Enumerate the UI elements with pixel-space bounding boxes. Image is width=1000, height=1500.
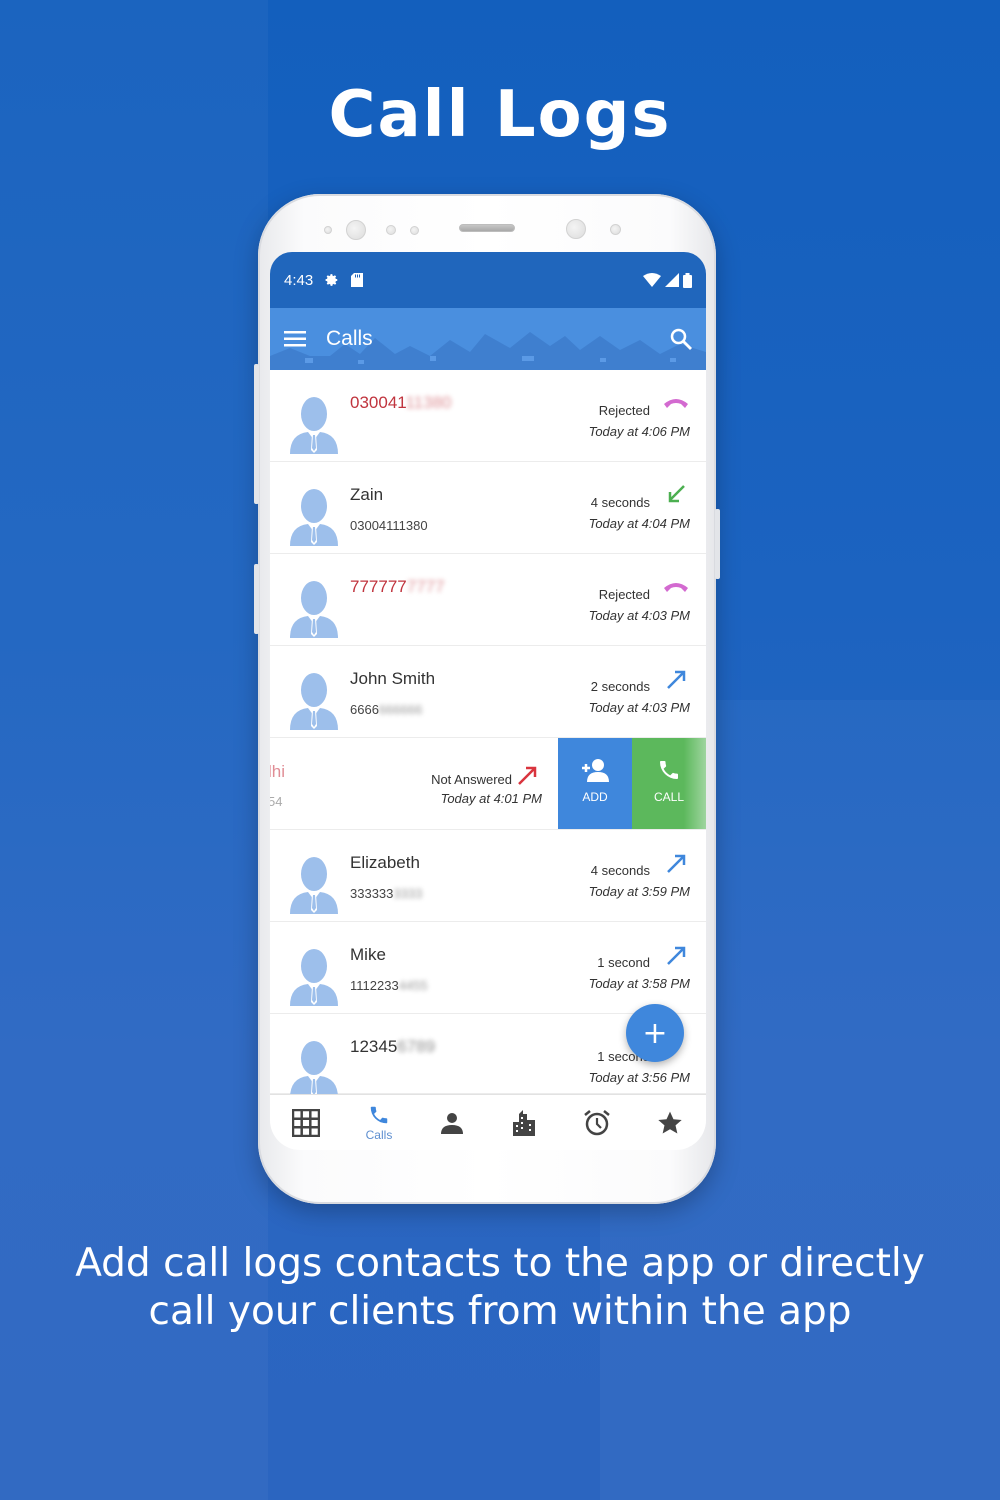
caller-name: 7777777777 <box>350 577 445 596</box>
add-fab-button[interactable]: + <box>626 1004 684 1062</box>
call-status: Rejected <box>598 587 650 602</box>
battery-icon <box>683 272 692 288</box>
add-button-label: ADD <box>582 790 608 804</box>
contact-avatar-icon <box>290 673 338 730</box>
call-status: Not Answered <box>431 772 512 787</box>
call-meta: Not Answered Today at 4:01 PM <box>431 772 542 806</box>
call-time: Today at 4:01 PM <box>440 791 542 806</box>
contact-avatar-icon <box>290 581 338 638</box>
caller-number: 11122334455 <box>350 978 428 993</box>
call-log-row[interactable]: John Smith 6666666666 2 seconds Today at… <box>270 646 706 738</box>
star-icon <box>657 1111 682 1134</box>
add-icon: + <box>642 1015 668 1051</box>
call-meta: 1 second Today at 3:58 PM <box>589 954 690 991</box>
call-meta: 2 seconds Today at 4:03 PM <box>589 678 690 715</box>
bixby-button <box>254 564 259 634</box>
contact-avatar-icon <box>290 857 338 914</box>
call-meta: Rejected Today at 4:03 PM <box>589 586 690 623</box>
sensor-dot <box>410 226 419 235</box>
subtitle-line-1: Add call logs contacts to the app or dir… <box>75 1241 925 1286</box>
call-log-row[interactable]: Elizabeth 3333333333 4 seconds Today at … <box>270 830 706 922</box>
call-time: Today at 4:03 PM <box>588 608 690 623</box>
call-log-row[interactable]: Zain 03004111380 4 seconds Today at 4:04… <box>270 462 706 554</box>
call-button[interactable]: CALL <box>632 738 706 829</box>
building-icon <box>513 1109 536 1136</box>
call-time: Today at 3:59 PM <box>588 884 690 899</box>
front-camera <box>346 220 366 240</box>
call-status: 2 seconds <box>590 679 650 694</box>
caller-name: 123456789 <box>350 1037 436 1056</box>
phone-icon <box>370 1106 388 1123</box>
alarm-clock-icon <box>584 1109 610 1135</box>
app-bar-title: Calls <box>326 327 373 350</box>
call-log-row-swiped[interactable]: lhi 54 Not Answered Today at 4:01 PM ADD… <box>270 738 706 830</box>
call-log-row[interactable]: 03004111380 Rejected Today at 4:06 PM <box>270 370 706 462</box>
call-time: Today at 3:58 PM <box>588 976 690 991</box>
caller-name: 03004111380 <box>350 393 452 412</box>
call-meta: Rejected Today at 4:06 PM <box>589 402 690 439</box>
status-bar: 4:43 <box>270 252 706 308</box>
volume-button <box>254 364 259 504</box>
call-time: Today at 4:03 PM <box>588 700 690 715</box>
caller-number: 3333333333 <box>350 886 423 901</box>
nav-companies[interactable] <box>494 1109 554 1136</box>
add-contact-button[interactable]: ADD <box>558 738 632 829</box>
caller-name: John Smith <box>350 669 436 688</box>
signal-icon <box>665 273 679 287</box>
status-time: 4:43 <box>284 271 314 289</box>
hamburger-menu-icon[interactable] <box>284 331 306 347</box>
call-log-row[interactable]: 7777777777 Rejected Today at 4:03 PM <box>270 554 706 646</box>
sensor-dot <box>324 226 332 234</box>
call-time: Today at 4:04 PM <box>588 516 690 531</box>
nav-dialpad[interactable] <box>276 1108 336 1137</box>
call-time: Today at 4:06 PM <box>588 424 690 439</box>
call-status: 1 second <box>597 955 650 970</box>
power-button <box>715 509 720 579</box>
call-status: 4 seconds <box>590 495 650 510</box>
contact-avatar-icon <box>290 1041 338 1098</box>
caller-number: 6666666666 <box>350 702 423 717</box>
nav-favorites[interactable] <box>640 1110 700 1136</box>
call-button-label: CALL <box>653 790 685 804</box>
bottom-navigation: Calls <box>270 1094 706 1150</box>
nav-calls-label: Calls <box>365 1127 393 1142</box>
phone-icon <box>660 761 678 779</box>
caller-number-fragment: 54 <box>270 794 283 809</box>
sensor-dot <box>386 225 396 235</box>
contact-avatar-icon <box>290 489 338 546</box>
search-icon[interactable] <box>670 328 692 350</box>
nav-reminders[interactable] <box>567 1109 627 1137</box>
nav-calls[interactable]: Calls <box>349 1104 409 1142</box>
subtitle: Add call logs contacts to the app or dir… <box>0 1240 1000 1336</box>
sensor-dot <box>610 224 621 235</box>
call-log-list: 03004111380 Rejected Today at 4:06 PM Za… <box>270 370 706 1098</box>
caller-name: Mike <box>350 945 386 964</box>
dialpad-icon <box>292 1108 321 1137</box>
phone-mockup: 4:43 Calls 03004111380 Rejected Today at… <box>254 194 720 1204</box>
caller-number: 03004111380 <box>350 518 428 533</box>
call-meta: 4 seconds Today at 3:59 PM <box>589 862 690 899</box>
subtitle-line-2: call your clients from within the app <box>148 1289 852 1334</box>
sd-card-icon <box>351 273 364 287</box>
contact-avatar-icon <box>290 949 338 1006</box>
app-bar: Calls <box>270 308 706 370</box>
call-status: Rejected <box>598 403 650 418</box>
add-contact-icon <box>582 759 609 782</box>
caller-name: Zain <box>350 485 384 504</box>
person-icon <box>440 1112 463 1134</box>
call-time: Today at 3:56 PM <box>588 1070 690 1085</box>
call-meta: 4 seconds Today at 4:04 PM <box>589 494 690 531</box>
headline: Call Logs <box>328 78 672 152</box>
nav-contacts[interactable] <box>422 1111 482 1135</box>
phone-screen: 4:43 Calls 03004111380 Rejected Today at… <box>270 252 706 1150</box>
caller-name-fragment: lhi <box>270 762 286 781</box>
call-status: 4 seconds <box>590 863 650 878</box>
gear-icon <box>325 274 338 286</box>
iris-camera <box>566 219 586 239</box>
caller-name: Elizabeth <box>350 853 420 872</box>
contact-avatar-icon <box>290 397 338 454</box>
call-log-row[interactable]: Mike 11122334455 1 second Today at 3:58 … <box>270 922 706 1014</box>
wifi-icon <box>643 273 661 287</box>
earpiece-speaker <box>459 224 515 232</box>
